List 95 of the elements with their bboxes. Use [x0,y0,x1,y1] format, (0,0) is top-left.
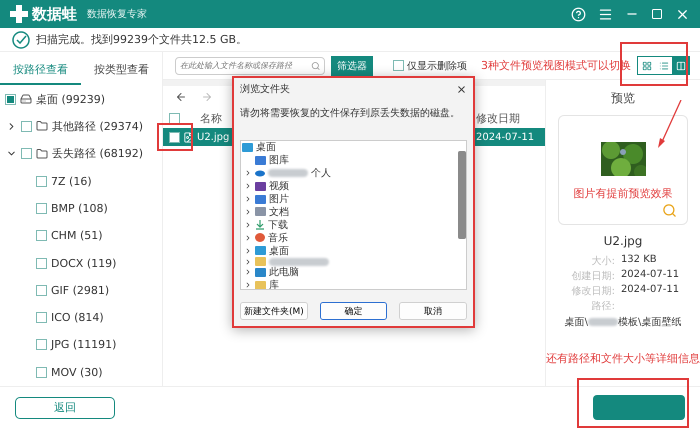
checkbox[interactable] [36,339,47,350]
checkbox[interactable] [393,60,404,71]
folder-label[interactable]: 图片 [269,192,289,206]
file-path: 模板\桌面壁纸 [618,316,682,329]
folder-label[interactable]: 图库 [269,153,289,168]
highlight-frame [157,123,193,151]
checkbox[interactable] [36,176,47,187]
tree-label[interactable]: ICO (814) [51,311,104,324]
checkbox[interactable] [36,202,47,214]
tree-label[interactable]: 其他路径 (29374) [52,118,144,134]
tree-label[interactable]: 7Z (16) [51,174,92,188]
help-icon[interactable] [571,6,586,22]
preview-icon [676,60,686,70]
tree-label[interactable]: 丢失路径 (68192) [52,146,144,162]
search-icon[interactable] [662,203,677,218]
folder-label[interactable]: 桌面 [256,141,276,154]
file-name: U2.jpg [197,132,230,142]
tree-label[interactable]: CHM (51) [51,229,103,242]
dialog-button[interactable]: 取消 [399,302,468,320]
pictures-icon [255,194,266,204]
dialog-button[interactable]: 确定 [320,302,388,320]
video-icon [255,182,266,191]
view-tab[interactable]: 按路径查看 [0,56,81,86]
music-icon [255,233,265,242]
checkbox-label[interactable]: 仅显示删除项 [407,58,467,72]
checkbox[interactable] [36,284,47,296]
detail-label: 修改日期: [570,284,615,298]
check-circle-icon [12,30,30,48]
checkbox[interactable] [21,148,32,160]
folder-icon [255,280,266,289]
detail-label: 路径: [590,300,615,313]
detail-value: 132 KB [620,254,658,267]
close-icon[interactable] [456,84,467,94]
app-name: 数据蛙 [32,4,77,24]
image-file-icon [183,132,194,142]
checkbox[interactable] [36,230,47,242]
folder-label[interactable]: 下载 [268,218,288,232]
folder-label[interactable]: 文档 [269,204,289,219]
folder-icon [255,257,266,266]
blurred-text [588,318,618,326]
folder-label[interactable]: 个人 [311,166,331,180]
detail-label: 创建日期: [570,270,615,283]
folder-label[interactable]: 视频 [269,179,289,194]
scan-status: 扫描完成。找到99239个文件共12.5 GB。 [36,32,248,47]
folder-label[interactable]: 桌面 [269,244,289,258]
cloud-icon [255,168,265,178]
folder-icon [36,148,48,160]
tree-label[interactable]: JPG (11191) [51,338,116,352]
checkbox[interactable] [36,312,47,324]
folder-icon [36,120,48,132]
menu-icon[interactable] [598,6,613,22]
search-field[interactable]: 在此处输入文件名称或保存路径 [175,56,325,74]
checkbox[interactable] [169,132,180,142]
grid-icon [642,60,652,70]
checkbox[interactable] [36,366,47,378]
back-button[interactable]: 返回 [15,396,115,418]
column-header[interactable]: 修改日期 [476,110,520,126]
desktop-icon [255,246,266,256]
file-path: 桌面\ [564,316,588,329]
preview-filename: U2.jpg [604,234,642,248]
detail-label: 大小: [590,254,615,268]
app-subtitle: 数据恢复专家 [87,8,147,21]
checkbox[interactable] [36,258,47,269]
desktop-icon [242,142,253,152]
preview-title: 预览 [611,90,635,107]
cross-logo-icon [10,5,28,23]
annotation-text: 还有路径和文件大小等详细信息 [546,351,700,366]
folder-label[interactable]: 此电脑 [269,265,299,280]
view-tab[interactable]: 按类型查看 [81,56,162,86]
detail-value: 2024-07-11 [620,269,680,282]
tree-label[interactable]: DOCX (119) [51,256,116,270]
documents-icon [255,207,266,216]
checkbox[interactable] [169,112,180,124]
scrollbar-thumb[interactable] [458,151,466,239]
dialog-button[interactable]: 新建文件夹(M) [240,302,308,320]
dialog-message: 请勿将需要恢复的文件保存到原丢失数据的磁盘。 [240,106,461,120]
file-date: 2024-07-11 [476,132,534,142]
checkbox[interactable] [21,120,32,132]
drive-icon [20,93,32,106]
tree-label[interactable]: 桌面 (99239) [36,92,106,107]
maximize-icon[interactable] [651,8,663,20]
tree-label[interactable]: MOV (30) [51,366,103,379]
filter-button[interactable]: 筛选器 [331,56,373,76]
gallery-icon [255,156,266,165]
tree-label[interactable]: BMP (108) [51,202,108,215]
dialog-title: 浏览文件夹 [240,82,290,96]
folder-label[interactable]: 音乐 [268,230,288,245]
detail-value: 2024-07-11 [620,284,680,297]
computer-icon [255,268,266,277]
annotation-text: 图片有提前预览效果 [574,186,672,201]
highlight-frame [620,42,688,86]
tree-label[interactable]: GIF (2981) [51,284,110,297]
back-arrow-icon[interactable] [175,91,187,103]
search-icon[interactable] [310,60,320,70]
download-icon [255,220,265,230]
